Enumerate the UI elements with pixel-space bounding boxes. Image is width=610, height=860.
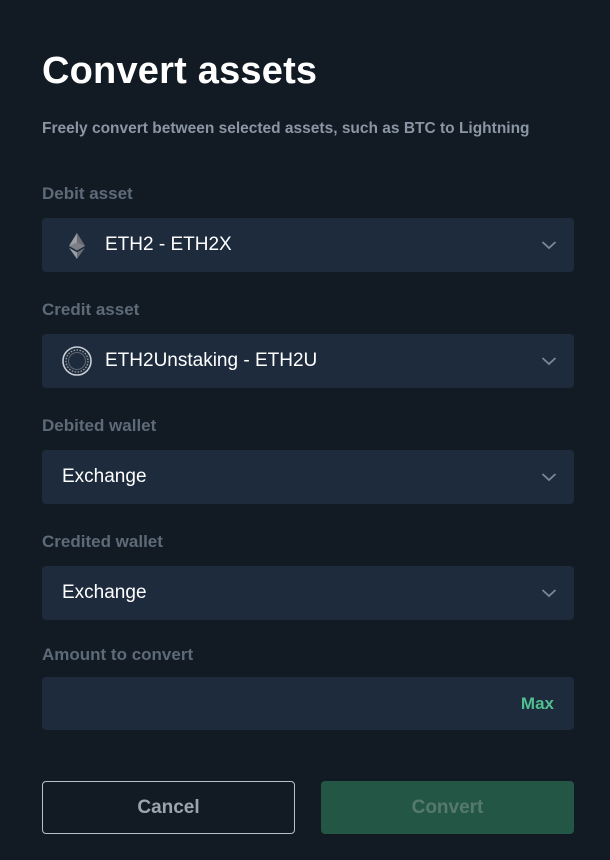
chevron-down-icon [541,470,557,484]
page-subtitle: Freely convert between selected assets, … [42,120,530,137]
credit-asset-select[interactable]: ETH2Unstaking - ETH2U [42,334,574,388]
debit-asset-label: Debit asset [42,184,133,203]
chevron-down-icon [541,238,557,252]
chevron-down-icon [541,586,557,600]
debit-asset-value: ETH2 - ETH2X [105,234,232,255]
max-button[interactable]: Max [521,694,554,714]
credit-asset-value: ETH2Unstaking - ETH2U [105,350,318,371]
page-title: Convert assets [42,50,318,92]
amount-field-container: Max [42,677,574,730]
convert-button[interactable]: Convert [321,781,574,834]
amount-input[interactable] [62,677,502,730]
credited-wallet-label: Credited wallet [42,532,163,551]
ring-coin-icon [62,346,92,376]
convert-assets-dialog: Convert assets Freely convert between se… [0,0,610,860]
debited-wallet-label: Debited wallet [42,416,157,435]
amount-label: Amount to convert [42,645,194,664]
ethereum-icon [62,230,92,260]
credit-asset-label: Credit asset [42,300,140,319]
chevron-down-icon [541,354,557,368]
credited-wallet-select[interactable]: Exchange [42,566,574,620]
debited-wallet-select[interactable]: Exchange [42,450,574,504]
debited-wallet-value: Exchange [62,466,147,487]
credited-wallet-value: Exchange [62,582,147,603]
debit-asset-select[interactable]: ETH2 - ETH2X [42,218,574,272]
cancel-button[interactable]: Cancel [42,781,295,834]
